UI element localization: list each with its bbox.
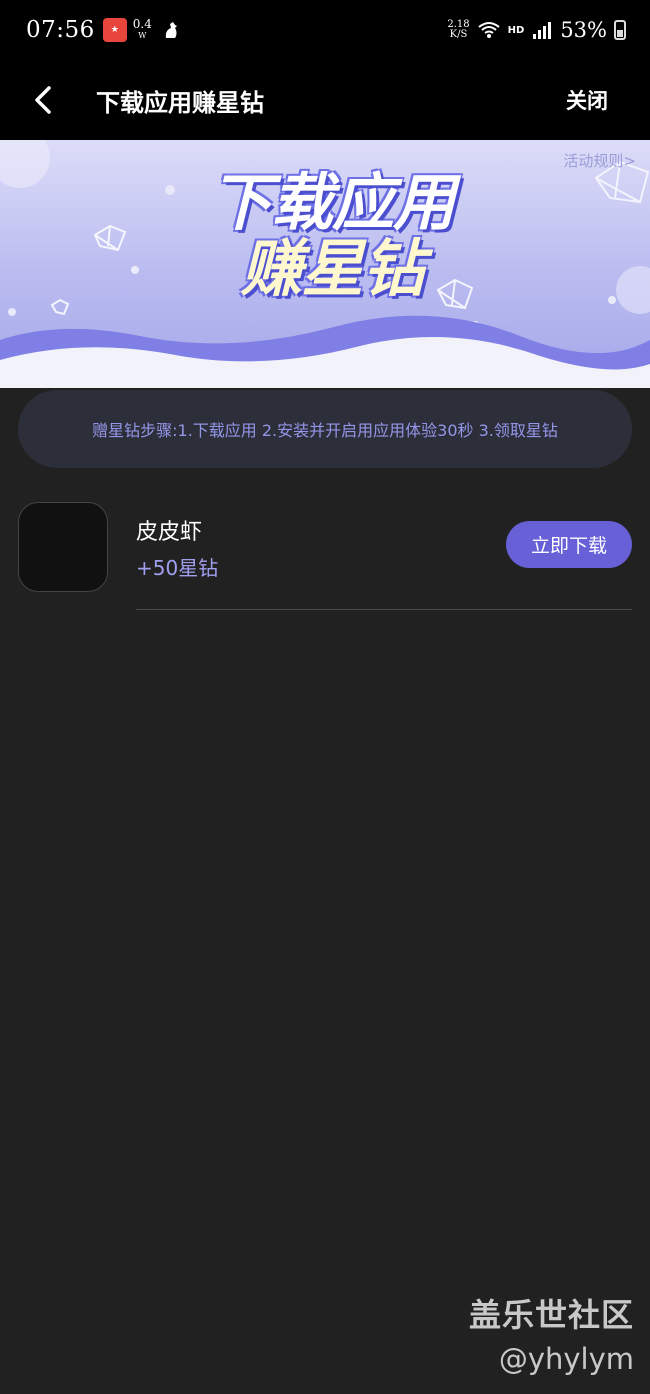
watermark: 盖乐世社区 @yhylym [469, 1290, 634, 1376]
battery-icon [614, 20, 626, 40]
status-right-group: 2.18 K/S HD 53% [447, 18, 626, 42]
hd-indicator: HD [507, 24, 525, 36]
app-list-item: 皮皮虾 +50星钻 立即下载 [18, 500, 632, 610]
net-speed-value: 0.4 [132, 17, 152, 31]
status-bar: 07:56 ★ 0.4 W 2.18 K/S HD 53% [0, 0, 650, 60]
page-title: 下载应用赚星钻 [96, 88, 264, 117]
notification-horse-icon [165, 22, 177, 38]
promo-banner: 下载应用 赚星钻 活动规则> [0, 140, 650, 388]
app-icon[interactable] [18, 502, 108, 592]
download-speed: 2.18 K/S [447, 20, 469, 40]
diamond-icon [93, 224, 127, 252]
wifi-icon [478, 22, 500, 38]
cellular-signal-icon [533, 22, 552, 39]
net-speed-unit: W [138, 31, 147, 40]
banner-headline: 下载应用 赚星钻 [182, 170, 482, 302]
activity-rules-link[interactable]: 活动规则> [563, 150, 636, 171]
status-time: 07:56 [26, 17, 95, 43]
watermark-community-name: 盖乐世社区 [468, 1296, 634, 1334]
net-speed-indicator: 0.4 W [132, 17, 152, 41]
diamond-icon [50, 298, 70, 316]
download-speed-unit: K/S [449, 29, 468, 40]
back-button[interactable] [0, 60, 86, 140]
chevron-left-icon [35, 86, 51, 114]
app-reward: +50星钻 [136, 556, 219, 580]
header-bar: 下载应用赚星钻 关闭 [0, 60, 650, 140]
notification-app-icon: ★ [102, 18, 127, 42]
banner-headline-line1: 下载应用 [209, 166, 455, 239]
watermark-username: @yhylym [498, 1342, 634, 1376]
steps-info-pill: 赠星钻步骤:1.下载应用 2.安装并开启用应用体验30秒 3.领取星钻 [18, 390, 632, 468]
app-name: 皮皮虾 [136, 520, 203, 545]
download-now-button[interactable]: 立即下载 [506, 521, 632, 568]
steps-text: 赠星钻步骤:1.下载应用 2.安装并开启用应用体验30秒 3.领取星钻 [92, 421, 558, 440]
list-divider [136, 609, 632, 610]
battery-percentage: 53% [560, 18, 607, 42]
banner-headline-line2: 赚星钻 [240, 232, 424, 305]
close-button[interactable]: 关闭 [566, 85, 608, 115]
